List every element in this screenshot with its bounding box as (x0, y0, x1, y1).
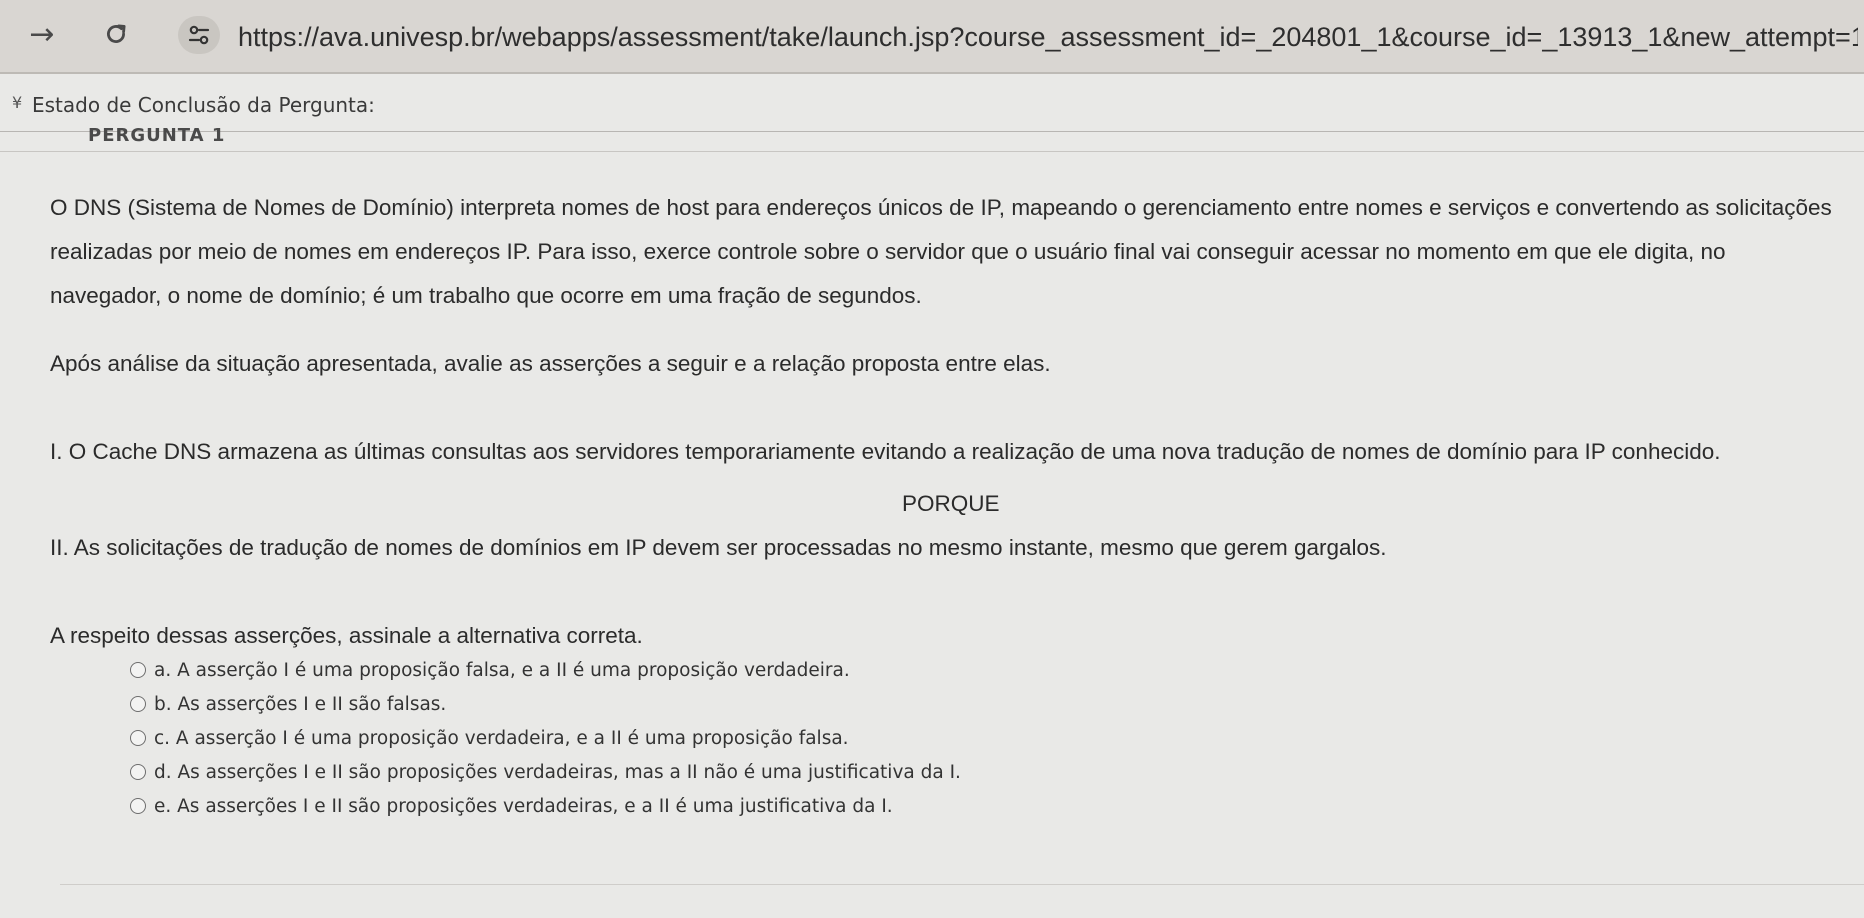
answer-option-a[interactable]: a. A asserção I é uma proposição falsa, … (130, 654, 850, 686)
status-toggle-icon[interactable]: ¥ (12, 93, 28, 113)
question-header: PERGUNTA 1 (0, 125, 1864, 152)
answer-option-d[interactable]: d. As asserções I e II são proposições v… (130, 756, 961, 788)
status-label: Estado de Conclusão da Pergunta: (32, 93, 375, 117)
question-title: PERGUNTA 1 (88, 125, 226, 146)
radio-button[interactable] (130, 764, 146, 780)
question-status-bar: ¥ Estado de Conclusão da Pergunta: (0, 82, 1864, 132)
tune-icon (188, 25, 210, 45)
radio-button[interactable] (130, 730, 146, 746)
reload-button[interactable] (96, 14, 136, 54)
answer-option-b[interactable]: b. As asserções I e II são falsas. (130, 688, 446, 720)
answer-option-label: d. As asserções I e II são proposições v… (154, 761, 961, 783)
radio-button[interactable] (130, 696, 146, 712)
divider (60, 884, 1864, 885)
answer-option-label: a. A asserção I é uma proposição falsa, … (154, 659, 850, 681)
question-instruction: Após análise da situação apresentada, av… (50, 351, 1051, 376)
answer-option-c[interactable]: c. A asserção I é uma proposição verdade… (130, 722, 849, 754)
answer-option-e[interactable]: e. As asserções I e II são proposições v… (130, 790, 893, 822)
assertion-two: II. As solicitações de tradução de nomes… (50, 535, 1387, 560)
site-info-button[interactable] (178, 16, 220, 54)
answer-option-label: b. As asserções I e II são falsas. (154, 693, 447, 715)
forward-button[interactable]: → (22, 14, 62, 54)
answer-option-label: c. A asserção I é uma proposição verdade… (154, 727, 849, 749)
assertion-one: I. O Cache DNS armazena as últimas consu… (50, 439, 1721, 464)
arrow-right-icon: → (29, 16, 55, 52)
question-paragraph: O DNS (Sistema de Nomes de Domínio) inte… (50, 195, 1832, 308)
radio-button[interactable] (130, 798, 146, 814)
browser-toolbar: → https://ava.univesp.br/webapps/assessm… (0, 0, 1864, 74)
answer-option-label: e. As asserções I e II são proposições v… (154, 795, 893, 817)
radio-button[interactable] (130, 662, 146, 678)
question-prompt: A respeito dessas asserções, assinale a … (50, 623, 643, 648)
assertion-connector: PORQUE (902, 491, 1000, 516)
reload-icon (107, 24, 126, 43)
address-bar[interactable]: https://ava.univesp.br/webapps/assessmen… (238, 17, 1858, 57)
